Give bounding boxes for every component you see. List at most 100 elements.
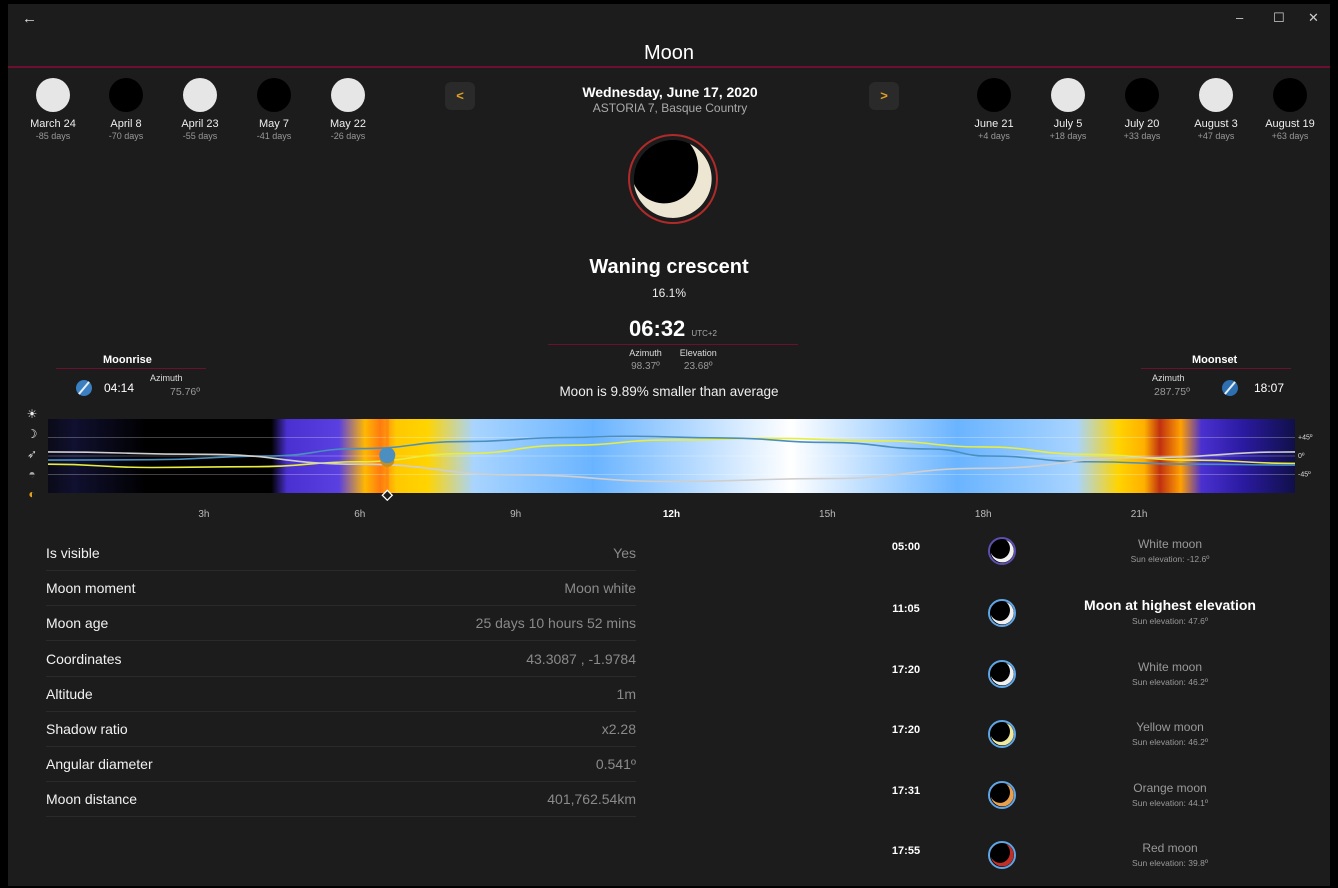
detail-value: 401,762.54km	[547, 791, 636, 808]
title-divider	[8, 66, 1330, 68]
moment-time: 17:20	[891, 724, 921, 736]
moment-time: 11:05	[892, 603, 920, 615]
phase-days-offset: -55 days	[182, 131, 218, 141]
hour-tick-label: 21h	[1131, 509, 1148, 520]
hour-tick-label: 3h	[198, 509, 209, 520]
moment-sun-elevation: Sun elevation: -12.6º	[1130, 554, 1210, 564]
full-moon-icon	[1051, 78, 1085, 112]
phase-item[interactable]: April 8 -70 days	[94, 78, 158, 141]
detail-label: Angular diameter	[46, 756, 153, 773]
new-moon-icon	[257, 78, 291, 112]
timezone-label: UTC+2	[691, 329, 717, 338]
moment-time: 05:00	[891, 541, 921, 553]
moment-sun-elevation: Sun elevation: 46.2º	[1132, 737, 1208, 747]
next-day-button[interactable]: >	[869, 82, 899, 110]
detail-value: Moon white	[564, 580, 636, 597]
phase-date: June 21	[974, 118, 1014, 130]
detail-row: Moon age 25 days 10 hours 52 mins	[46, 606, 636, 642]
detail-value: 43.3087 , -1.9784	[526, 650, 636, 667]
elevation-tick-label: +45º	[1298, 435, 1313, 442]
phase-date: August 19	[1265, 118, 1315, 130]
elevation-label: Elevation	[679, 348, 717, 358]
hour-tick-label: 12h	[663, 509, 680, 520]
moment-sun-elevation: Sun elevation: 47.6º	[1132, 616, 1208, 626]
moment-title: White moon	[1137, 660, 1203, 674]
phase-days-offset: +4 days	[978, 131, 1010, 141]
moonset-azimuth-label: Azimuth	[1152, 373, 1185, 383]
moon-position-dot[interactable]	[379, 447, 396, 464]
close-button[interactable]: ✕	[1308, 10, 1319, 26]
phase-days-offset: +63 days	[1271, 131, 1309, 141]
hour-tick-label: 15h	[819, 509, 836, 520]
moment-time: 17:20	[891, 664, 921, 676]
phase-date: April 8	[110, 118, 142, 130]
moonset-divider	[1141, 368, 1291, 369]
moonset-azimuth-value: 287.75º	[1154, 386, 1190, 398]
phase-date: July 5	[1053, 118, 1083, 130]
full-moon-icon	[1199, 78, 1233, 112]
current-time: 06:32	[629, 316, 686, 341]
phase-item[interactable]: April 23 -55 days	[168, 78, 232, 141]
detail-label: Is visible	[46, 545, 100, 561]
crescent-moon-icon	[988, 660, 1016, 688]
new-moon-icon	[977, 78, 1011, 112]
elevation-value: 23.68º	[683, 361, 713, 372]
detail-label: Coordinates	[46, 650, 122, 667]
detail-value: 0.541º	[595, 756, 636, 773]
phase-item[interactable]: May 22 -26 days	[316, 78, 380, 141]
back-arrow-icon[interactable]: ←	[22, 10, 37, 27]
phase-item[interactable]: June 21 +4 days	[962, 78, 1026, 141]
detail-label: Moon age	[46, 615, 109, 632]
phase-item[interactable]: March 24 -85 days	[21, 78, 85, 141]
azimuth-value: 98.37º	[631, 361, 660, 372]
moment-title: White moon	[1137, 537, 1203, 551]
moonrise-icon	[76, 380, 92, 396]
moonrise-divider	[56, 368, 206, 369]
phase-date: May 22	[329, 118, 367, 130]
elevation-tick-label: -45º	[1298, 472, 1311, 479]
minimize-button[interactable]: –	[1236, 10, 1243, 25]
moment-sun-elevation: Sun elevation: 39.8º	[1132, 858, 1208, 868]
phase-item[interactable]: July 20 +33 days	[1110, 78, 1174, 141]
phase-days-offset: -26 days	[330, 131, 366, 141]
detail-row: Shadow ratio x2.28	[46, 712, 636, 747]
phase-date: August 3	[1194, 118, 1238, 130]
detail-row: Moon moment Moon white	[46, 571, 636, 607]
moon-phase-icon	[628, 134, 718, 224]
current-time-block: 06:32 UTC+2 Azimuth 98.37º Elevation 23.…	[548, 316, 798, 372]
crescent-moon-icon	[988, 599, 1016, 627]
phase-date: April 23	[181, 118, 219, 130]
detail-row: Coordinates 43.3087 , -1.9784	[46, 642, 636, 677]
phase-date: May 7	[259, 118, 289, 130]
phase-item[interactable]: July 5 +18 days	[1036, 78, 1100, 141]
moment-time: 17:55	[891, 845, 921, 857]
elevation-chart[interactable]: +45º 0º -45º 3h 6h 9h 12h 15h 18h 21h	[8, 414, 1330, 524]
azimuth-label: Azimuth	[629, 348, 662, 358]
moonrise-time: 04:14	[104, 381, 135, 395]
hour-tick-label: 18h	[975, 509, 992, 520]
phase-days-offset: -70 days	[108, 131, 144, 141]
phase-item[interactable]: August 19 +63 days	[1258, 78, 1322, 141]
illumination-percent: 16.1%	[651, 286, 687, 300]
hour-tick-label: 6h	[354, 509, 365, 520]
detail-value: 1m	[616, 685, 636, 702]
detail-row: Angular diameter 0.541º	[46, 747, 636, 783]
new-moon-icon	[1273, 78, 1307, 112]
full-moon-icon	[183, 78, 217, 112]
detail-label: Shadow ratio	[46, 721, 128, 737]
phase-item[interactable]: August 3 +47 days	[1184, 78, 1248, 141]
hour-tick-label: 9h	[510, 509, 521, 520]
moonrise-label: Moonrise	[103, 354, 152, 366]
moment-sun-elevation: Sun elevation: 46.2º	[1132, 677, 1208, 687]
detail-label: Moon moment	[46, 580, 136, 597]
moment-title: Red moon	[1142, 841, 1198, 855]
current-date: Wednesday, June 17, 2020	[582, 84, 758, 100]
maximize-button[interactable]: ☐	[1273, 10, 1285, 26]
location-label: ASTORIA 7, Basque Country	[592, 101, 748, 115]
phase-date: July 20	[1124, 118, 1160, 130]
phase-item[interactable]: May 7 -41 days	[242, 78, 306, 141]
moment-title: Yellow moon	[1136, 720, 1204, 734]
new-moon-icon	[1125, 78, 1159, 112]
detail-value: x2.28	[601, 721, 636, 737]
phase-days-offset: -41 days	[256, 131, 292, 141]
